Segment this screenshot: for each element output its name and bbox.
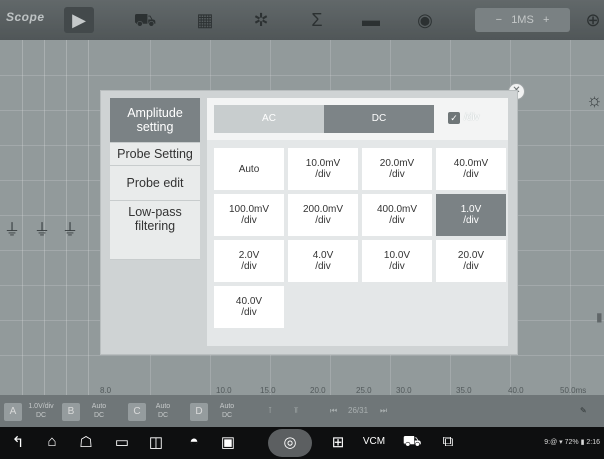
coupling-tabs: AC DC ✓ /div bbox=[207, 98, 508, 140]
vcm-icon[interactable]: VCM bbox=[362, 436, 386, 447]
house-icon[interactable]: ☖ bbox=[74, 433, 98, 451]
browser-icon[interactable]: ◓ bbox=[182, 433, 206, 450]
camera-icon[interactable]: ◎ bbox=[268, 429, 312, 457]
option-2v[interactable]: 2.0V/div bbox=[214, 240, 284, 282]
menu-item-amplitude-setting[interactable]: Amplitude setting bbox=[110, 98, 200, 143]
vehicle-icon[interactable]: ⛟ bbox=[400, 433, 424, 452]
option-40v[interactable]: 40.0V/div bbox=[214, 286, 284, 328]
option-1v[interactable]: 1.0V/div bbox=[436, 194, 506, 236]
tab-dc[interactable]: DC bbox=[324, 105, 434, 133]
back-icon[interactable]: ↰ bbox=[6, 433, 30, 451]
amplitude-panel: AC DC ✓ /div Auto 10.0mV/div 20.0mV/div … bbox=[207, 98, 508, 346]
tab-ac[interactable]: AC bbox=[214, 105, 324, 133]
screenshot-icon[interactable]: ⊞ bbox=[326, 433, 350, 451]
option-40mv[interactable]: 40.0mV/div bbox=[436, 148, 506, 190]
option-auto[interactable]: Auto bbox=[214, 148, 284, 190]
per-div-label: /div bbox=[464, 112, 480, 123]
network-icon[interactable]: ⧉ bbox=[436, 433, 460, 450]
option-10mv[interactable]: 10.0mV/div bbox=[288, 148, 358, 190]
channel-settings-dialog: Amplitude setting Probe Setting Probe ed… bbox=[100, 90, 518, 355]
system-navbar: ↰ ⌂ ☖ ▭ ◫ ◓ ▣ ◎ ⊞ VCM ⛟ ⧉ 9:@ ▾ 72% ▮ 2:… bbox=[0, 427, 604, 459]
per-div-checkbox[interactable]: ✓ bbox=[448, 112, 460, 124]
option-20mv[interactable]: 20.0mV/div bbox=[362, 148, 432, 190]
option-400mv[interactable]: 400.0mV/div bbox=[362, 194, 432, 236]
option-10v[interactable]: 10.0V/div bbox=[362, 240, 432, 282]
menu-item-low-pass-filtering[interactable]: Low-pass filtering bbox=[110, 201, 200, 260]
settings-menu: Amplitude setting Probe Setting Probe ed… bbox=[110, 98, 200, 260]
option-20v[interactable]: 20.0V/div bbox=[436, 240, 506, 282]
recents-icon[interactable]: ▭ bbox=[110, 433, 134, 451]
option-100mv[interactable]: 100.0mV/div bbox=[214, 194, 284, 236]
menu-item-probe-setting[interactable]: Probe Setting bbox=[110, 143, 200, 166]
split-screen-icon[interactable]: ◫ bbox=[144, 433, 168, 451]
option-200mv[interactable]: 200.0mV/div bbox=[288, 194, 358, 236]
option-4v[interactable]: 4.0V/div bbox=[288, 240, 358, 282]
photo-icon[interactable]: ▣ bbox=[216, 433, 240, 451]
status-bar: 9:@ ▾ 72% ▮ 2:16 bbox=[544, 439, 600, 446]
home-icon[interactable]: ⌂ bbox=[40, 433, 64, 450]
menu-item-probe-edit[interactable]: Probe edit bbox=[110, 166, 200, 201]
